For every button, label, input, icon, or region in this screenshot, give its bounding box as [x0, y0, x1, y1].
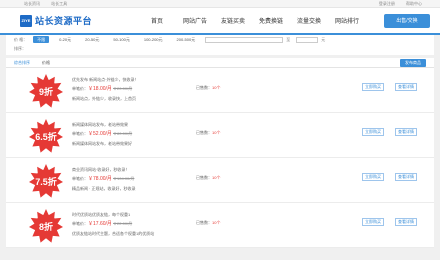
- orders-value: 10个: [212, 175, 221, 180]
- orders-label: 已售数：: [196, 130, 212, 135]
- orders-count: 已售数：10个: [196, 85, 220, 91]
- current-price: ￥18.00/月: [88, 86, 112, 92]
- price-option-0-20[interactable]: 0-20元: [55, 36, 75, 43]
- orders-count: 已售数：10个: [196, 130, 220, 136]
- topbar-right-links: 登录注册 帮助中心: [379, 1, 432, 7]
- listing-description: 新闻媒体网站发布，老站带效果好: [72, 141, 132, 146]
- listing-title[interactable]: 商业资讯网站·收录好，秒收录！: [72, 165, 136, 174]
- logo-text: 站长资源平台: [35, 16, 93, 26]
- price-label: 单笔价：: [72, 131, 88, 136]
- price-option-200-500[interactable]: 200-500元: [173, 36, 200, 43]
- nav-item-site-ranking[interactable]: 网站排行: [328, 16, 366, 25]
- buy-now-button[interactable]: 立即购买: [362, 173, 384, 181]
- price-min-input[interactable]: [205, 36, 284, 43]
- price-option-20-50[interactable]: 20-50元: [81, 36, 103, 43]
- price-filter-row: 价 格： 不限 0-20元 20-50元 50-100元 100-200元 20…: [6, 35, 434, 44]
- publish-button[interactable]: 出售/交换: [384, 13, 430, 28]
- range-separator: 至: [286, 36, 291, 42]
- view-details-button[interactable]: 查看详情: [395, 218, 417, 226]
- list-item: 8折 时代优质站优质友链，每个权重1 单笔价：￥17.60/月 ￥22.00/月…: [6, 203, 434, 248]
- listing-list: 9折 优先发布 新闻站点·外链少，快收录！ 单笔价：￥18.00/月 ￥20.0…: [6, 68, 434, 248]
- listing-price: 单笔价：￥17.60/月 ￥22.00/月: [72, 219, 154, 229]
- listing-title[interactable]: 时代优质站优质友链，每个权重1: [72, 210, 154, 219]
- logo-mark-icon: ZIYE: [20, 14, 32, 27]
- sort-tabs: 综合排序 价格 发布商品: [6, 58, 434, 68]
- listing-description: 精品新闻 · 正规站，收录好，秒收录: [72, 186, 136, 191]
- discount-badge: 8折: [38, 221, 53, 232]
- price-max-input[interactable]: [296, 36, 319, 43]
- site-logo[interactable]: ZIYE 站长资源平台: [20, 14, 138, 27]
- original-price: ￥20.00/月: [113, 86, 133, 91]
- login-register-link[interactable]: 登录注册: [379, 1, 395, 6]
- view-details-button[interactable]: 查看详情: [395, 83, 417, 91]
- site-header: ZIYE 站长资源平台 首页 网站广告 友链买卖 免费换链 流量交换 网站排行 …: [0, 8, 440, 35]
- list-item: 9折 优先发布 新闻站点·外链少，快收录！ 单笔价：￥18.00/月 ￥20.0…: [6, 68, 434, 113]
- sort-label: 排序：: [14, 45, 26, 51]
- buy-now-button[interactable]: 立即购买: [362, 128, 384, 136]
- listing-info: 时代优质站优质友链，每个权重1 单笔价：￥17.60/月 ￥22.00/月 优质…: [72, 210, 154, 238]
- list-item: 7.5折 商业资讯网站·收录好，秒收录！ 单笔价：￥78.00/月 ￥104.0…: [6, 158, 434, 203]
- view-details-button[interactable]: 查看详情: [395, 173, 417, 181]
- listing-title[interactable]: 新闻媒体网站发布，老站带效果: [72, 120, 132, 129]
- original-price: ￥104.00/月: [113, 176, 135, 181]
- price-option-100-200[interactable]: 100-200元: [140, 36, 167, 43]
- top-utility-bar: 站长资讯 站长工具 登录注册 帮助中心: [0, 0, 440, 8]
- price-option-50-100[interactable]: 50-100元: [109, 36, 133, 43]
- buy-now-button[interactable]: 立即购买: [362, 218, 384, 226]
- filter-panel: 价 格： 不限 0-20元 20-50元 50-100元 100-200元 20…: [6, 35, 434, 55]
- nav-item-home[interactable]: 首页: [138, 16, 176, 25]
- orders-label: 已售数：: [196, 175, 212, 180]
- price-filter-label: 价 格：: [14, 36, 28, 42]
- orders-value: 10个: [212, 130, 221, 135]
- buy-now-button[interactable]: 立即购买: [362, 83, 384, 91]
- price-label: 单笔价：: [72, 86, 88, 91]
- topbar-link-tools[interactable]: 站长工具: [51, 1, 67, 6]
- listing-title[interactable]: 优先发布 新闻站点·外链少，快收录！: [72, 75, 138, 84]
- sort-filter-row: 排序：: [6, 44, 434, 53]
- tab-overall-sort[interactable]: 综合排序: [14, 60, 30, 66]
- nav-item-free-exchange[interactable]: 免费换链: [252, 16, 290, 25]
- listing-info: 优先发布 新闻站点·外链少，快收录！ 单笔价：￥18.00/月 ￥20.00/月…: [72, 75, 138, 103]
- current-price: ￥17.60/月: [88, 221, 112, 227]
- list-item: 6.5折 新闻媒体网站发布，老站带效果 单笔价：￥52.00/月 ￥80.00/…: [6, 113, 434, 158]
- original-price: ￥80.00/月: [113, 131, 133, 136]
- orders-count: 已售数：10个: [196, 175, 220, 181]
- listing-info: 新闻媒体网站发布，老站带效果 单笔价：￥52.00/月 ￥80.00/月 新闻媒…: [72, 120, 132, 148]
- view-details-button[interactable]: 查看详情: [395, 128, 417, 136]
- price-label: 单笔价：: [72, 176, 88, 181]
- orders-count: 已售数：10个: [196, 220, 220, 226]
- discount-badge: 9折: [38, 86, 53, 97]
- help-center-link[interactable]: 帮助中心: [406, 1, 422, 6]
- discount-badge: 6.5折: [35, 131, 57, 142]
- price-label: 单笔价：: [72, 221, 88, 226]
- nav-item-link-trade[interactable]: 友链买卖: [214, 16, 252, 25]
- listing-price: 单笔价：￥78.00/月 ￥104.00/月: [72, 174, 136, 184]
- listing-info: 商业资讯网站·收录好，秒收录！ 单笔价：￥78.00/月 ￥104.00/月 精…: [72, 165, 136, 193]
- topbar-left-links: 站长资讯 站长工具: [24, 1, 77, 7]
- listing-description: 新闻站点，外链少，收录快，上首页: [72, 96, 136, 101]
- orders-value: 10个: [212, 220, 221, 225]
- price-unit: 元: [321, 36, 326, 42]
- listing-price: 单笔价：￥52.00/月 ￥80.00/月: [72, 129, 132, 139]
- topbar-link-news[interactable]: 站长资讯: [24, 1, 40, 6]
- listing-price: 单笔价：￥18.00/月 ￥20.00/月: [72, 84, 138, 94]
- post-listing-button[interactable]: 发布商品: [400, 59, 426, 67]
- current-price: ￥52.00/月: [88, 131, 112, 137]
- main-nav: 首页 网站广告 友链买卖 免费换链 流量交换 网站排行: [138, 16, 384, 25]
- current-price: ￥78.00/月: [88, 176, 112, 182]
- orders-label: 已售数：: [196, 85, 212, 90]
- orders-label: 已售数：: [196, 220, 212, 225]
- original-price: ￥22.00/月: [113, 221, 133, 226]
- price-option-all[interactable]: 不限: [33, 36, 50, 43]
- listing-description: 优质友链站时代主题，合适各个权重1的优质站: [72, 231, 155, 236]
- nav-item-site-ads[interactable]: 网站广告: [176, 16, 214, 25]
- discount-badge: 7.5折: [35, 176, 57, 187]
- tab-price-sort[interactable]: 价格: [42, 60, 50, 66]
- nav-item-traffic-exchange[interactable]: 流量交换: [290, 16, 328, 25]
- orders-value: 10个: [212, 85, 221, 90]
